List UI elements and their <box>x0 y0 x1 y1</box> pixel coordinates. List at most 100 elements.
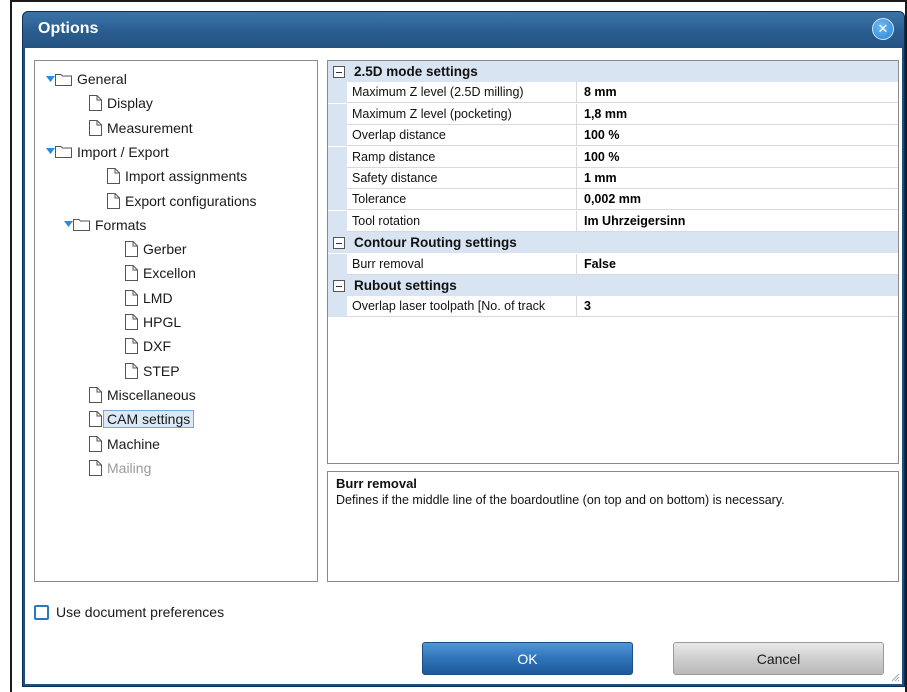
description-title: Burr removal <box>336 476 417 491</box>
tree-item-label: DXF <box>143 338 171 355</box>
property-value[interactable]: 1 mm <box>584 168 617 188</box>
resize-grip-icon[interactable] <box>890 672 900 682</box>
grid-category-label: Contour Routing settings <box>354 235 517 251</box>
property-gutter <box>328 103 347 125</box>
description-text: Defines if the middle line of the boardo… <box>336 493 785 507</box>
property-name: Ramp distance <box>352 146 577 167</box>
document-icon <box>125 362 138 379</box>
tree-item-label: Mailing <box>107 459 152 476</box>
use-document-preferences-label: Use document preferences <box>56 604 225 620</box>
grid-category-label: 2.5D mode settings <box>354 64 478 79</box>
property-value[interactable]: 100 % <box>584 125 619 145</box>
property-value[interactable]: 1,8 mm <box>584 104 627 124</box>
document-icon <box>89 119 102 136</box>
property-gutter <box>328 253 347 275</box>
use-document-preferences-checkbox[interactable] <box>34 604 49 620</box>
tree-item-label: CAM settings <box>103 410 195 429</box>
expand-arrow-icon[interactable] <box>45 74 55 84</box>
grid-category-label: Rubout settings <box>354 278 457 293</box>
tree-item-label: HPGL <box>143 314 182 330</box>
description-panel: Burr removal Defines if the middle line … <box>327 471 899 582</box>
grid-property-row[interactable]: Tolerance 0,002 mm <box>328 189 898 211</box>
property-gutter <box>328 146 347 168</box>
tree-item-label: Measurement <box>107 119 193 136</box>
cancel-button[interactable]: Cancel <box>673 642 884 675</box>
property-value[interactable]: Im Uhrzeigersinn <box>584 211 685 231</box>
tree-item-export-configurations[interactable]: Export configurations <box>107 190 257 212</box>
dialog-title: Options <box>38 20 99 37</box>
tree-item-step[interactable]: STEP <box>125 360 180 382</box>
tree-item-hpgl[interactable]: HPGL <box>125 311 181 333</box>
document-icon <box>125 338 138 355</box>
tree-item-import-assignments[interactable]: Import assignments <box>107 165 247 187</box>
document-icon <box>89 95 102 112</box>
tree-item-label: Export configurations <box>125 192 257 209</box>
dialog-body: General Display Measurement Import / Export… <box>25 48 902 684</box>
expand-arrow-icon[interactable] <box>63 220 73 230</box>
use-document-preferences[interactable]: Use document preferences <box>34 604 224 620</box>
document-icon <box>125 289 138 306</box>
tree-item-miscellaneous[interactable]: Miscellaneous <box>89 384 196 406</box>
tree-item-measurement[interactable]: Measurement <box>89 117 193 139</box>
document-icon <box>89 411 102 428</box>
document-icon <box>107 192 120 209</box>
tree-item-lmd[interactable]: LMD <box>125 287 173 309</box>
property-value[interactable]: 8 mm <box>584 82 617 102</box>
grid-property-row[interactable]: Maximum Z level (2.5D milling) 8 mm <box>328 82 898 104</box>
collapse-toggle-icon[interactable] <box>333 236 345 249</box>
tree-item-excellon[interactable]: Excellon <box>125 262 196 284</box>
tree-item-general[interactable]: General <box>45 68 127 90</box>
tree-item-label: Miscellaneous <box>107 386 196 403</box>
grid-property-row[interactable]: Overlap laser toolpath [No. of track 3 <box>328 296 898 318</box>
tree-item-formats[interactable]: Formats <box>63 214 146 236</box>
tree-item-import-export[interactable]: Import / Export <box>45 141 169 163</box>
grid-property-row[interactable]: Overlap distance 100 % <box>328 125 898 147</box>
close-button[interactable]: ✕ <box>872 18 894 40</box>
property-name: Maximum Z level (2.5D milling) <box>352 82 577 103</box>
grid-property-row[interactable]: Ramp distance 100 % <box>328 146 898 168</box>
property-name: Overlap distance <box>352 125 577 146</box>
tree-item-machine[interactable]: Machine <box>89 433 160 455</box>
property-grid[interactable]: 2.5D mode settings Maximum Z level (2.5D … <box>327 60 899 464</box>
tree-item-display[interactable]: Display <box>89 92 153 114</box>
tree-item-label: Gerber <box>143 241 187 258</box>
property-gutter <box>328 189 347 211</box>
property-value[interactable]: 100 % <box>584 147 619 167</box>
tree-item-label: Formats <box>95 216 147 233</box>
property-name: Maximum Z level (pocketing) <box>352 103 577 124</box>
property-name: Overlap laser toolpath [No. of track <box>352 296 577 317</box>
tree-item-gerber[interactable]: Gerber <box>125 238 187 260</box>
tree-item-dxf[interactable]: DXF <box>125 335 171 357</box>
property-value[interactable]: False <box>584 254 616 274</box>
grid-property-row[interactable]: Maximum Z level (pocketing) 1,8 mm <box>328 103 898 125</box>
options-tree[interactable]: General Display Measurement Import / Export… <box>34 60 318 582</box>
folder-icon <box>73 218 90 232</box>
expand-arrow-icon[interactable] <box>45 147 55 157</box>
document-icon <box>125 241 138 258</box>
tree-item-cam-settings[interactable]: CAM settings <box>89 408 195 430</box>
property-gutter <box>328 82 347 104</box>
document-icon <box>89 435 102 452</box>
grid-property-row[interactable]: Tool rotation Im Uhrzeigersinn <box>328 210 898 232</box>
property-gutter <box>328 168 347 189</box>
property-gutter <box>328 125 347 147</box>
property-value[interactable]: 0,002 mm <box>584 189 641 209</box>
document-icon <box>89 386 102 403</box>
tree-item-label: Import / Export <box>77 143 169 160</box>
tree-item-mailing[interactable]: Mailing <box>89 457 151 479</box>
property-value[interactable]: 3 <box>584 296 591 316</box>
grid-category-2-5d-mode-settings[interactable]: 2.5D mode settings <box>328 61 898 82</box>
property-name: Burr removal <box>352 253 577 274</box>
grid-property-row[interactable]: Burr removal False <box>328 253 898 275</box>
grid-category-contour-routing-settings[interactable]: Contour Routing settings <box>328 232 898 254</box>
ok-button[interactable]: OK <box>422 642 633 675</box>
tree-item-label: Display <box>107 95 153 112</box>
title-bar[interactable]: Options ✕ <box>23 12 904 48</box>
collapse-toggle-icon[interactable] <box>333 279 345 292</box>
grid-property-row[interactable]: Safety distance 1 mm <box>328 168 898 189</box>
collapse-toggle-icon[interactable] <box>333 65 345 78</box>
grid-category-rubout-settings[interactable]: Rubout settings <box>328 275 898 296</box>
document-icon <box>107 168 120 185</box>
options-dialog: Options ✕ General Display Measurement Impor… <box>22 11 905 687</box>
tree-item-label: Machine <box>107 435 160 452</box>
